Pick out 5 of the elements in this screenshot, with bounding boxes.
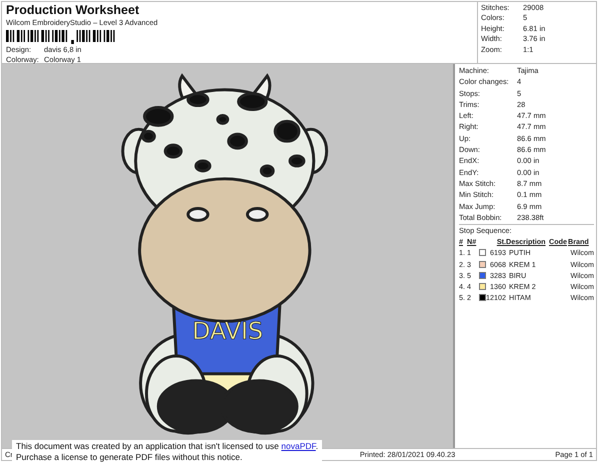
- novapdf-link[interactable]: novaPDF: [281, 441, 316, 451]
- notice-text: Purchase a license to generate PDF files without this notice.: [16, 452, 244, 462]
- notice-text: This document was created by an application that isn't licensed to use novaPDF.: [16, 441, 318, 451]
- design-lettering: DAVIS: [192, 317, 264, 346]
- worksheet-title: Production Worksheet: [6, 3, 140, 17]
